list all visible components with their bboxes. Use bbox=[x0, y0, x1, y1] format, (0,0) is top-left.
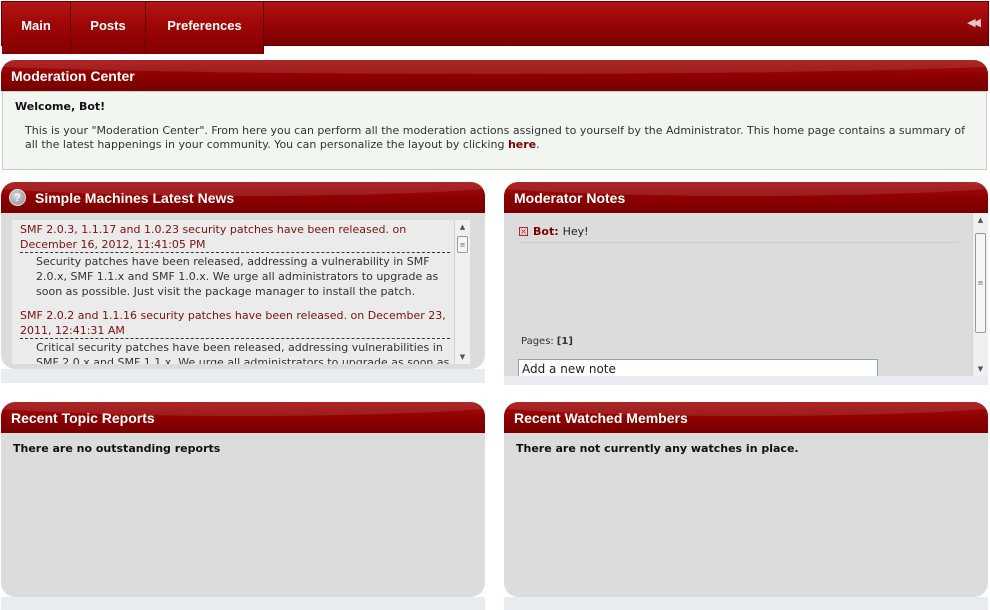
topic-reports-header: Recent Topic Reports bbox=[1, 402, 485, 433]
tab-main[interactable]: Main bbox=[2, 2, 71, 54]
scroll-thumb[interactable]: ≡ bbox=[975, 233, 986, 333]
watched-panel: There are not currently any watches in p… bbox=[504, 433, 988, 597]
news-panel-footer bbox=[1, 369, 485, 383]
delete-note-icon[interactable]: × bbox=[519, 227, 528, 236]
main-menu-bar: Main Posts Preferences ◀◀ bbox=[1, 1, 989, 54]
news-body: Critical security patches have been rele… bbox=[36, 341, 450, 364]
note-text: Hey! bbox=[562, 225, 589, 238]
notes-scrollbar[interactable]: ▲ ≡ ▼ bbox=[972, 213, 988, 376]
news-scrollbar[interactable]: ▲ ≡ ▼ bbox=[454, 220, 470, 364]
watched-panel-footer bbox=[504, 597, 988, 610]
watched-title: Recent Watched Members bbox=[514, 409, 688, 426]
reports-empty-message: There are no outstanding reports bbox=[13, 442, 221, 455]
scroll-thumb[interactable]: ≡ bbox=[457, 236, 468, 253]
reports-title: Recent Topic Reports bbox=[11, 409, 155, 426]
moderator-notes-header: Moderator Notes bbox=[504, 182, 988, 213]
welcome-title: Welcome, Bot! bbox=[15, 100, 106, 113]
notes-pagination: Pages: [1] bbox=[521, 336, 573, 347]
notes-panel: × Bot: Hey! Pages:[1] ▲ ≡ ▼ bbox=[504, 213, 988, 379]
scroll-up-icon[interactable]: ▲ bbox=[973, 213, 988, 227]
watched-empty-message: There are not currently any watches in p… bbox=[516, 442, 799, 455]
news-item: SMF 2.0.3, 1.1.17 and 1.0.23 security pa… bbox=[20, 222, 450, 299]
reports-panel-footer bbox=[1, 597, 485, 610]
news-body: Security patches have been released, add… bbox=[36, 255, 439, 298]
note-author-link[interactable]: Bot: bbox=[533, 225, 559, 238]
tab-posts[interactable]: Posts bbox=[71, 2, 146, 54]
scroll-down-icon[interactable]: ▼ bbox=[455, 350, 470, 364]
scroll-down-icon[interactable]: ▼ bbox=[973, 362, 988, 376]
page-title: Moderation Center bbox=[11, 67, 135, 84]
watched-members-header: Recent Watched Members bbox=[504, 402, 988, 433]
news-header: ? Simple Machines Latest News bbox=[1, 182, 485, 213]
scroll-up-icon[interactable]: ▲ bbox=[455, 220, 470, 234]
news-title: Simple Machines Latest News bbox=[35, 189, 235, 206]
welcome-text: This is your "Moderation Center". From h… bbox=[25, 124, 965, 151]
help-icon[interactable]: ? bbox=[9, 189, 26, 206]
news-item: SMF 2.0.2 and 1.1.16 security patches ha… bbox=[20, 308, 450, 364]
news-subject-link[interactable]: SMF 2.0.3, 1.1.17 and 1.0.23 security pa… bbox=[20, 222, 450, 253]
reports-panel: There are no outstanding reports bbox=[1, 433, 485, 597]
note-item: × Bot: Hey! bbox=[519, 225, 959, 243]
news-panel: SMF 2.0.3, 1.1.17 and 1.0.23 security pa… bbox=[1, 213, 485, 369]
tab-preferences[interactable]: Preferences bbox=[146, 2, 264, 54]
news-scroll-area[interactable]: SMF 2.0.3, 1.1.17 and 1.0.23 security pa… bbox=[12, 220, 470, 364]
notes-title: Moderator Notes bbox=[514, 189, 626, 206]
page-link[interactable]: [1] bbox=[557, 336, 573, 347]
welcome-box: Welcome, Bot! This is your "Moderation C… bbox=[2, 91, 987, 170]
double-chevron-left-icon[interactable]: ◀◀ bbox=[967, 16, 981, 29]
notes-list: × Bot: Hey! bbox=[519, 225, 959, 243]
personalize-layout-link[interactable]: here bbox=[508, 138, 536, 151]
news-subject-link[interactable]: SMF 2.0.2 and 1.1.16 security patches ha… bbox=[20, 308, 450, 339]
moderation-center-header: Moderation Center bbox=[1, 60, 988, 91]
notes-panel-footer bbox=[504, 376, 988, 385]
